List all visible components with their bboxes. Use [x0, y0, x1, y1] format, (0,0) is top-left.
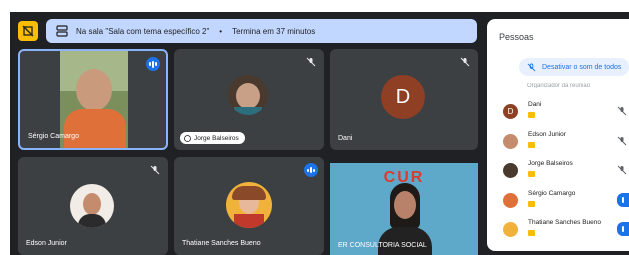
- mute-all-button[interactable]: Desativar o som de todos: [519, 58, 629, 76]
- name-pill: Jorge Balseiros: [180, 132, 245, 144]
- window-top-edge: [0, 0, 629, 12]
- layout-off-icon: [22, 25, 34, 37]
- avatar: D: [503, 104, 518, 119]
- people-panel: Pessoas Desativar o som de todos Organiz…: [487, 19, 629, 251]
- people-panel-title: Pessoas: [499, 32, 534, 42]
- thatiane-avatar: [226, 182, 272, 228]
- host-badge-icon: [528, 171, 535, 177]
- host-label-cut: Organizador da reunião: [527, 83, 591, 88]
- person-row-edson[interactable]: Edson Junior: [503, 131, 629, 153]
- avatar: [503, 163, 518, 178]
- person-row-thatiane[interactable]: Thatiane Sanches Bueno: [503, 219, 629, 241]
- tile-name: Edson Junior: [26, 240, 67, 247]
- participant-tile-thatiane[interactable]: Thatiane Sanches Bueno: [174, 157, 324, 255]
- mute-all-label: Desativar o som de todos: [542, 63, 622, 71]
- speaking-indicator-icon: [304, 163, 318, 177]
- edson-avatar: [70, 184, 114, 228]
- mic-off-icon: [150, 165, 160, 175]
- host-badge-icon: [528, 112, 535, 118]
- person-name: Edson Junior: [528, 131, 566, 138]
- person-row-jorge[interactable]: Jorge Balseiros: [503, 160, 629, 182]
- tile-name: ER CONSULTORIA SOCIAL: [338, 242, 427, 249]
- host-badge-icon: [528, 230, 535, 236]
- participant-tile-sergio[interactable]: Sérgio Camargo: [18, 49, 168, 150]
- breakout-rooms-icon: [56, 25, 68, 37]
- mic-off-icon: [617, 136, 627, 146]
- participant-tile-edson[interactable]: Edson Junior: [18, 157, 168, 255]
- avatar-initial: D: [395, 85, 411, 108]
- dani-avatar: D: [381, 75, 425, 119]
- person-name: Dani: [528, 101, 542, 108]
- person-name: Sérgio Camargo: [528, 190, 576, 197]
- speaking-indicator-icon: [146, 57, 160, 71]
- mic-off-icon: [527, 62, 536, 71]
- mic-off-icon: [617, 165, 627, 175]
- layout-toggle-button[interactable]: [18, 21, 38, 41]
- person-name: Thatiane Sanches Bueno: [528, 219, 601, 226]
- person-row-dani[interactable]: D Dani: [503, 101, 629, 123]
- window-left-edge: [0, 12, 10, 255]
- avatar: [503, 222, 518, 237]
- person-name: Jorge Balseiros: [528, 160, 573, 167]
- room-time-left: Termina em 37 minutos: [232, 26, 316, 36]
- tile-name: Dani: [338, 135, 353, 142]
- participant-tile-er-consultoria[interactable]: CUR ER CONSULTORIA SOCIAL: [330, 163, 478, 255]
- avatar: [503, 134, 518, 149]
- avatar: [503, 193, 518, 208]
- banner-separator: •: [219, 26, 223, 36]
- host-badge-icon: [528, 201, 535, 207]
- tile-name: Jorge Balseiros: [194, 134, 239, 142]
- hand-icon: [184, 134, 191, 142]
- mic-off-icon: [617, 106, 627, 116]
- participant-tile-jorge[interactable]: Jorge Balseiros: [174, 49, 324, 150]
- tile-name: Sérgio Camargo: [28, 133, 79, 140]
- host-badge-icon: [528, 142, 535, 148]
- person-row-sergio[interactable]: Sérgio Camargo: [503, 190, 629, 212]
- mic-off-icon: [306, 57, 316, 67]
- mic-off-icon: [460, 57, 470, 67]
- jorge-avatar: [228, 75, 268, 115]
- room-name-text: Na sala "Sala com tema específico 2": [76, 26, 210, 36]
- speaking-indicator-icon: [617, 193, 629, 207]
- breakout-room-banner: Na sala "Sala com tema específico 2" • T…: [46, 19, 477, 43]
- tile-name: Thatiane Sanches Bueno: [182, 240, 261, 247]
- participant-tile-dani[interactable]: D Dani: [330, 49, 478, 150]
- speaking-indicator-icon: [617, 222, 629, 236]
